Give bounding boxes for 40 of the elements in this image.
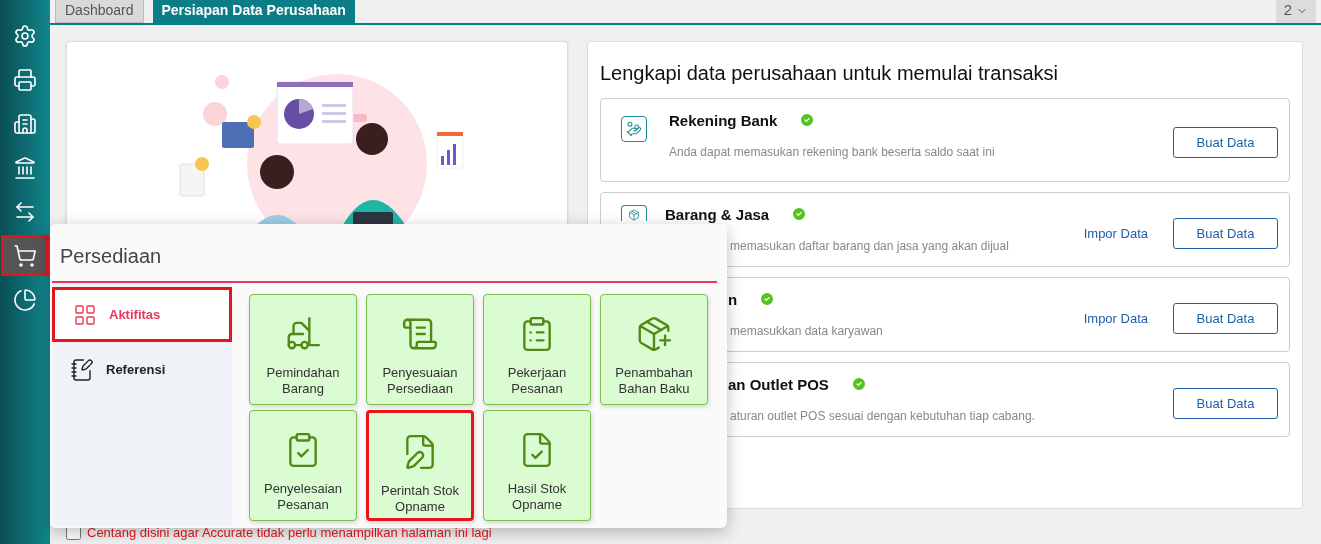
tab[interactable]: Persiapan Data Perusahaan [152,0,355,23]
building-icon [13,111,37,136]
nav-item[interactable]: Referensi [52,342,232,397]
card-description: aturan outlet POS sesuai dengan kebutuhan tiap cabang. [729,409,1036,423]
nav-item[interactable]: Aktifitas [52,287,232,342]
card-title: Rekening Bank [669,112,778,128]
tab-overflow-button[interactable]: 2 [1275,0,1316,23]
dont-show-label: Centang disini agar Accurate tidak perlu menampilkan halaman ini lagi [87,524,492,542]
settings-icon [13,23,37,48]
card-description: memasukan daftar barang dan jasa yang akan dijual [729,239,1010,253]
bank-icon [13,155,37,180]
popup-title: Persediaan [60,244,163,269]
grid-icon [73,302,97,327]
dont-show-checkbox[interactable] [66,525,81,541]
import-data-link[interactable]: Impor Data [1083,223,1148,244]
printer-icon [13,67,37,92]
exchange-arrows-icon [13,199,37,224]
sidebar-item[interactable] [1,235,49,276]
card-title: n [728,291,738,307]
card-title: an Outlet POS [728,376,829,392]
card-description: memasukkan data karyawan [729,324,884,338]
activity-tile[interactable]: Pemindahan Barang [249,294,357,405]
create-data-button[interactable]: Buat Data [1173,303,1278,334]
activity-tile[interactable]: Penyesuaian Persediaan [366,294,474,405]
activity-tile[interactable]: Perintah Stok Opname [366,410,474,521]
pie-chart-icon [13,287,37,312]
activity-tile[interactable]: Hasil Stok Opname [483,410,591,521]
create-data-button[interactable]: Buat Data [1173,388,1278,419]
create-data-button[interactable]: Buat Data [1173,127,1278,158]
card-description: Anda dapat memasukan rekening bank beserta saldo saat ini [668,145,996,159]
create-data-button[interactable]: Buat Data [1173,218,1278,249]
card-title: Barang & Jasa [665,206,770,222]
activity-tile[interactable]: Penyelesaian Pesanan [249,410,357,521]
setup-title: Lengkapi data perusahaan untuk memulai transaksi [600,61,1060,86]
package-icon [626,209,642,221]
activity-tile[interactable]: Pekerjaan Pesanan [483,294,591,405]
tab[interactable]: Dashboard [55,0,144,23]
activity-tile[interactable]: Penambahan Bahan Baku [600,294,708,405]
import-data-link[interactable]: Impor Data [1083,308,1148,329]
notebook-icon [70,357,94,382]
